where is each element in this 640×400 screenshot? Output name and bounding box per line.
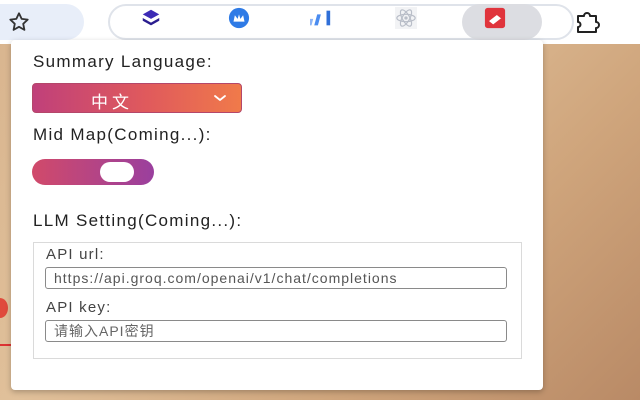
api-key-label: API key: [46,299,112,316]
api-url-input[interactable] [45,267,507,289]
layers-extension-icon[interactable] [140,7,162,29]
llm-setting-label: LLM Setting(Coming...): [33,211,243,230]
summary-language-value: 中文 [91,93,133,112]
summary-language-label: Summary Language: [33,52,213,71]
bar-chart-extension-icon[interactable] [310,7,332,29]
mid-map-toggle[interactable] [32,159,154,185]
puzzle-icon[interactable] [575,10,605,34]
mail-summary-extension-icon[interactable] [484,7,506,29]
browser-toolbar [0,0,640,44]
api-key-input[interactable] [45,320,507,342]
crown-extension-icon[interactable] [228,7,250,29]
toggle-knob [100,162,134,182]
bookmark-button[interactable] [0,4,84,40]
api-url-label: API url: [46,246,105,263]
chevron-down-icon [214,95,226,101]
react-atom-extension-icon[interactable] [395,7,417,29]
star-outline-icon [9,12,29,31]
page-background-badge [0,298,8,318]
llm-settings-group: API url: API key: [33,242,522,359]
extension-popup: Summary Language: 中文 Mid Map(Coming...):… [11,40,543,390]
mid-map-label: Mid Map(Coming...): [33,125,212,144]
summary-language-select[interactable]: 中文 [32,83,242,113]
